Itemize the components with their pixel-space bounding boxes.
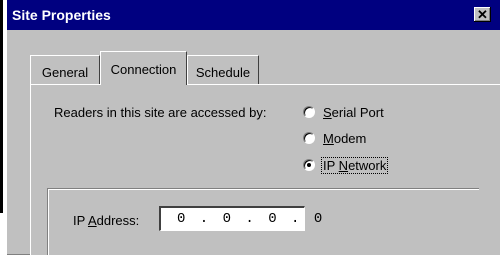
radio-circle-icon[interactable] bbox=[303, 106, 315, 118]
tab-connection[interactable]: Connection bbox=[100, 51, 187, 85]
serial-port-label[interactable]: Serial Port bbox=[323, 105, 384, 120]
access-method-label: Readers in this site are accessed by: bbox=[54, 105, 267, 120]
tab-schedule[interactable]: Schedule bbox=[187, 55, 259, 85]
close-button[interactable]: ✕ bbox=[474, 7, 491, 22]
radio-selected-dot-icon bbox=[307, 163, 311, 167]
close-icon: ✕ bbox=[477, 7, 488, 22]
tab-general-label: General bbox=[41, 65, 89, 80]
title-bar: Site Properties ✕ bbox=[7, 0, 500, 30]
ip-address-input[interactable]: 0 . 0 . 0 . 0 bbox=[159, 206, 322, 231]
tab-schedule-label: Schedule bbox=[195, 65, 251, 80]
modem-label[interactable]: Modem bbox=[323, 131, 366, 146]
radio-circle-icon[interactable] bbox=[303, 159, 315, 171]
ip-network-label[interactable]: IP Network bbox=[320, 157, 389, 174]
connection-panel: Readers in this site are accessed by: Se… bbox=[30, 84, 500, 255]
radio-circle-icon[interactable] bbox=[303, 132, 315, 144]
tab-connection-label: Connection bbox=[110, 62, 177, 77]
ip-address-group: IP Address: 0 . 0 . 0 . 0 bbox=[47, 188, 479, 255]
dialog-title: Site Properties bbox=[12, 7, 111, 23]
tab-general[interactable]: General bbox=[30, 55, 100, 85]
left-edge-bar bbox=[0, 0, 3, 213]
ip-address-label: IP Address: bbox=[73, 213, 140, 228]
site-properties-dialog: Site Properties ✕ General Connection Sch… bbox=[7, 0, 500, 255]
